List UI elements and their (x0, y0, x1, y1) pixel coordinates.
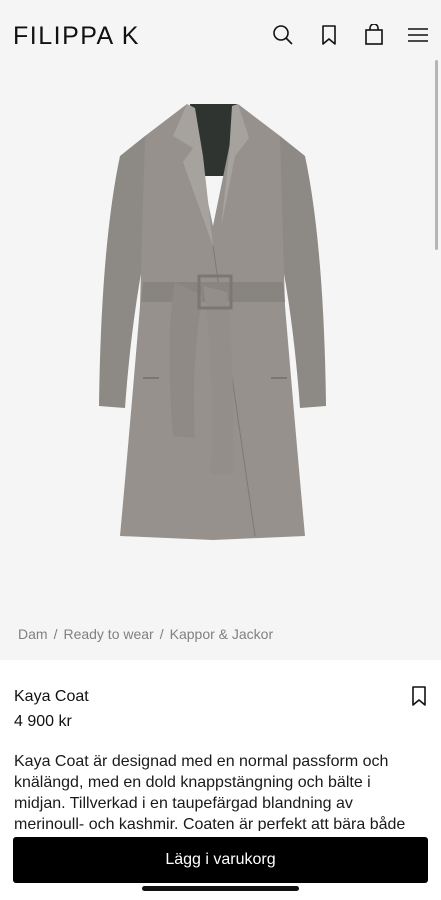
shopping-bag-icon[interactable] (363, 23, 385, 46)
product-price: 4 900 kr (14, 713, 72, 730)
breadcrumb-item-dam[interactable]: Dam (18, 626, 48, 642)
brand-logo[interactable]: FILIPPA K (13, 22, 140, 51)
image-scrollbar[interactable] (435, 60, 438, 250)
breadcrumb: Dam / Ready to wear / Kappor & Jackor (18, 626, 273, 642)
search-icon[interactable] (272, 24, 294, 46)
coat-product-image (99, 104, 326, 540)
product-info-panel: Kaya Coat 4 900 kr Kaya Coat är designad… (0, 660, 441, 900)
product-title: Kaya Coat (14, 688, 89, 705)
menu-icon[interactable] (407, 24, 429, 46)
save-product-bookmark-icon[interactable] (410, 686, 428, 706)
product-description: Kaya Coat är designad med en normal pass… (14, 753, 406, 831)
add-to-cart-button[interactable]: Lägg i varukorg (13, 837, 428, 883)
breadcrumb-item-ready-to-wear[interactable]: Ready to wear (63, 626, 153, 642)
breadcrumb-separator: / (53, 626, 58, 642)
breadcrumb-separator: / (159, 626, 164, 642)
product-image-area[interactable]: FILIPPA K Dam / Ready to wear / Kappor &… (0, 0, 441, 660)
home-indicator (142, 886, 299, 891)
breadcrumb-item-kappor-jackor[interactable]: Kappor & Jackor (170, 626, 274, 642)
header: FILIPPA K (0, 0, 441, 70)
bookmark-icon[interactable] (318, 24, 340, 46)
